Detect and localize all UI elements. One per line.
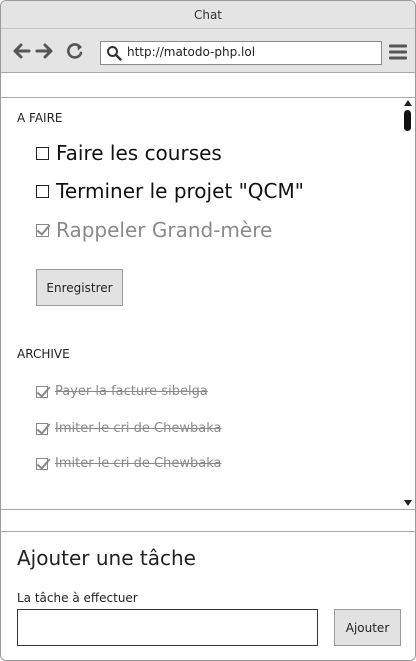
address-bar[interactable]: http://matodo-php.lol: [100, 41, 382, 65]
scrollbar-thumb[interactable]: [404, 110, 411, 131]
add-task-title: Ajouter une tâche: [17, 546, 196, 570]
archive-item[interactable]: Payer la facture sibelga: [36, 384, 208, 399]
checkbox-checked[interactable]: [36, 223, 49, 237]
search-icon: [107, 46, 122, 61]
save-button[interactable]: Enregistrer: [36, 269, 123, 306]
browser-window: Chat http://matodo-php.lol A FAIRE Faire…: [0, 0, 416, 661]
task-input[interactable]: [17, 609, 318, 646]
todo-item[interactable]: Terminer le projet "QCM": [36, 179, 304, 203]
hamburger-menu-icon[interactable]: [389, 44, 407, 60]
browser-toolbar: http://matodo-php.lol: [1, 29, 415, 73]
window-title: Chat: [1, 1, 415, 29]
todo-item-label: Faire les courses: [56, 141, 222, 165]
section-divider: [1, 509, 415, 532]
task-field-label: La tâche à effectuer: [17, 591, 138, 605]
archive-item-label: Payer la facture sibelga: [55, 384, 208, 399]
scroll-down-arrow-icon[interactable]: [404, 500, 412, 506]
checkbox-checked[interactable]: [36, 457, 48, 470]
todo-item-label: Rappeler Grand-mère: [56, 218, 273, 242]
add-button[interactable]: Ajouter: [334, 609, 401, 646]
checkbox-checked[interactable]: [36, 385, 48, 398]
archive-item[interactable]: Imiter le cri de Chewbaka: [36, 456, 221, 471]
todo-item-label: Terminer le projet "QCM": [56, 179, 304, 203]
archive-item[interactable]: Imiter le cri de Chewbaka: [36, 421, 221, 436]
reload-icon[interactable]: [65, 42, 85, 60]
vertical-scrollbar[interactable]: [401, 98, 415, 509]
archive-heading: ARCHIVE: [17, 347, 70, 361]
task-list-panel: A FAIRE Faire les courses Terminer le pr…: [1, 98, 401, 509]
archive-item-label: Imiter le cri de Chewbaka: [55, 456, 222, 471]
back-arrow-icon[interactable]: [11, 42, 31, 60]
todo-item[interactable]: Faire les courses: [36, 141, 222, 165]
forward-arrow-icon[interactable]: [35, 42, 55, 60]
todo-item[interactable]: Rappeler Grand-mère: [36, 218, 272, 242]
checkbox-checked[interactable]: [36, 422, 48, 435]
url-text: http://matodo-php.lol: [127, 45, 256, 59]
checkbox[interactable]: [36, 146, 49, 160]
header-strip: [1, 73, 415, 98]
checkbox[interactable]: [36, 184, 49, 198]
archive-item-label: Imiter le cri de Chewbaka: [55, 421, 222, 436]
scroll-up-arrow-icon[interactable]: [404, 100, 412, 106]
todo-heading: A FAIRE: [17, 111, 63, 125]
